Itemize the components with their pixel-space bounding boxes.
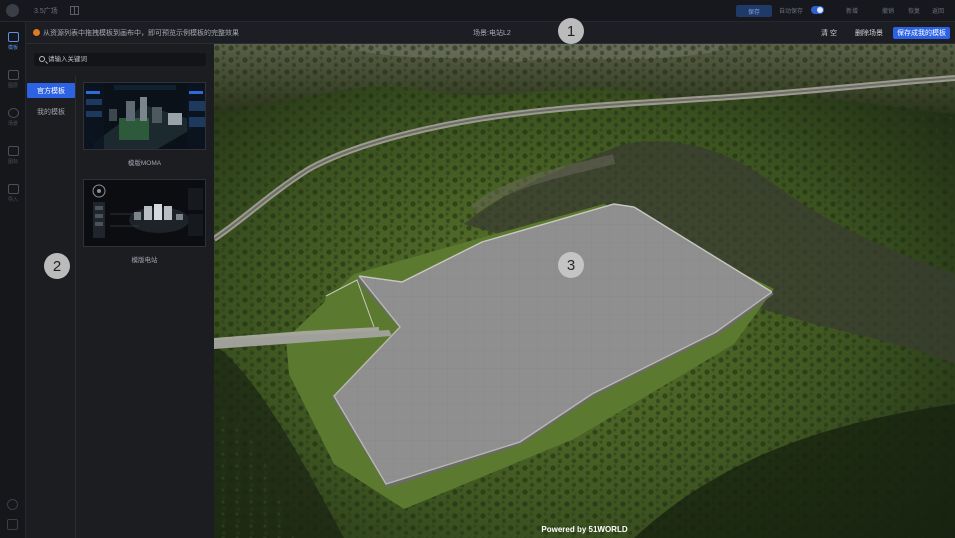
redo-button[interactable]: 恢复 <box>908 6 920 15</box>
scene-label: 场景:电站L2 <box>473 30 511 37</box>
scene-viewport[interactable]: Powered by 51WORLD <box>214 44 955 538</box>
delete-scene-button[interactable]: 删除场景 <box>852 27 886 39</box>
autosave-toggle[interactable] <box>811 6 824 14</box>
rail-label: 图标 <box>7 159 18 165</box>
rail-item-icons[interactable]: 图标 <box>0 140 26 174</box>
template-card-power-station[interactable]: 模版电站 <box>83 179 206 264</box>
rail-item-templates[interactable]: 模板 <box>0 26 26 60</box>
category-official[interactable]: 官方模板 <box>27 83 75 98</box>
left-rail: 模板 图层 场景 图标 导入 <box>0 22 26 538</box>
annotation-marker-2: 2 <box>44 253 70 279</box>
notice-message: 从资源列表中拖拽模板到画布中，即可预览示例模板的完整效果 <box>43 30 239 37</box>
new-button[interactable]: 新增 <box>846 6 858 15</box>
undo-button[interactable]: 撤销 <box>882 6 894 15</box>
terrain-render <box>214 44 955 538</box>
rail-label: 模板 <box>7 45 18 51</box>
folder-icon <box>7 32 19 42</box>
fullscreen-icon[interactable] <box>7 519 18 530</box>
notice-bar: 从资源列表中拖拽模板到画布中，即可预览示例模板的完整效果 场景:电站L2 清 空… <box>26 22 955 44</box>
clear-button[interactable]: 清 空 <box>816 27 842 39</box>
save-as-label: 保存成我的模板 <box>897 30 946 37</box>
annotation-marker-1: 1 <box>558 18 584 44</box>
rail-label: 图层 <box>7 83 18 89</box>
autosave-label: 自动保存 <box>779 9 804 15</box>
annotation-marker-3: 3 <box>558 252 584 278</box>
category-mine[interactable]: 我的模板 <box>26 104 76 119</box>
search-icon <box>39 56 45 62</box>
rail-item-layers[interactable]: 图层 <box>0 64 26 98</box>
search-input[interactable] <box>48 53 198 66</box>
app-logo-icon[interactable] <box>6 4 19 17</box>
rail-item-import[interactable]: 导入 <box>0 178 26 212</box>
rail-label: 导入 <box>7 197 18 203</box>
powered-by-label: Powered by 51WORLD <box>541 525 628 534</box>
template-card-moma[interactable]: 模版MOMA <box>83 82 206 167</box>
template-caption: 模版MOMA <box>127 160 162 167</box>
back-button[interactable]: 返回 <box>932 6 944 15</box>
delete-scene-label: 删除场景 <box>855 30 883 37</box>
rail-label: 场景 <box>7 121 18 127</box>
template-caption: 模版电站 <box>131 257 158 264</box>
save-button[interactable]: 保存 <box>736 5 772 17</box>
clear-label: 清 空 <box>821 30 837 37</box>
app-title[interactable]: 3.5广场 <box>34 6 58 16</box>
help-icon[interactable] <box>7 499 18 510</box>
layout-icon[interactable] <box>70 6 79 15</box>
cube-icon <box>7 108 19 118</box>
rail-item-scene[interactable]: 场景 <box>0 102 26 136</box>
top-menubar: 3.5广场 保存 自动保存 新增 撤销 恢复 返回 <box>0 0 955 22</box>
search-box[interactable] <box>34 53 206 66</box>
template-thumbnail <box>83 179 206 247</box>
import-icon <box>7 184 19 194</box>
template-thumbnail <box>83 82 206 150</box>
template-panel: « 官方模板 我的模板 <box>26 44 225 538</box>
layers-icon <box>7 70 19 80</box>
save-label: 保存 <box>747 9 760 16</box>
warning-icon <box>33 29 40 36</box>
save-as-template-button[interactable]: 保存成我的模板 <box>893 27 950 39</box>
category-list: 官方模板 我的模板 <box>26 76 76 538</box>
grid-icon <box>7 146 19 156</box>
